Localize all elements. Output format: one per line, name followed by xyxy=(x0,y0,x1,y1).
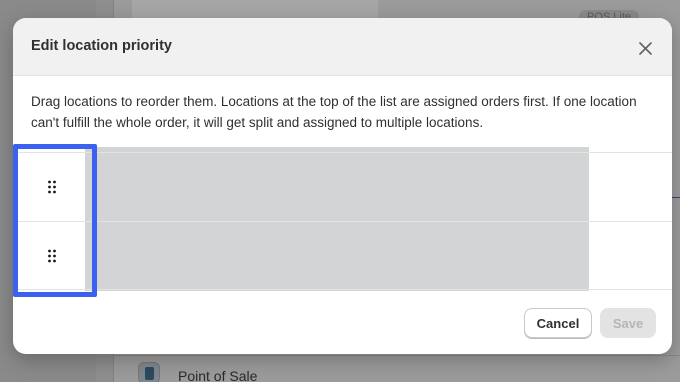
point-of-sale-app-icon xyxy=(138,362,160,382)
close-icon xyxy=(638,41,652,55)
cancel-button[interactable]: Cancel xyxy=(524,308,592,338)
drag-handle-icon[interactable] xyxy=(46,179,58,195)
modal-title: Edit location priority xyxy=(31,38,172,54)
modal-footer: Cancel Save xyxy=(13,292,672,354)
modal-description: Drag locations to reorder them. Location… xyxy=(31,94,637,130)
location-row[interactable] xyxy=(18,152,672,222)
location-row[interactable] xyxy=(18,221,672,290)
background-divider xyxy=(113,355,680,356)
drag-handle-icon[interactable] xyxy=(46,248,58,264)
modal-header: Edit location priority xyxy=(13,18,672,76)
location-list xyxy=(13,147,672,292)
edit-location-priority-modal: Edit location priority Drag locations to… xyxy=(13,18,672,354)
save-button[interactable]: Save xyxy=(600,308,656,338)
background-redacted-block xyxy=(132,0,378,20)
close-button[interactable] xyxy=(633,36,657,60)
background-app-label: Point of Sale xyxy=(178,368,258,382)
background-link-fragment xyxy=(672,180,680,198)
